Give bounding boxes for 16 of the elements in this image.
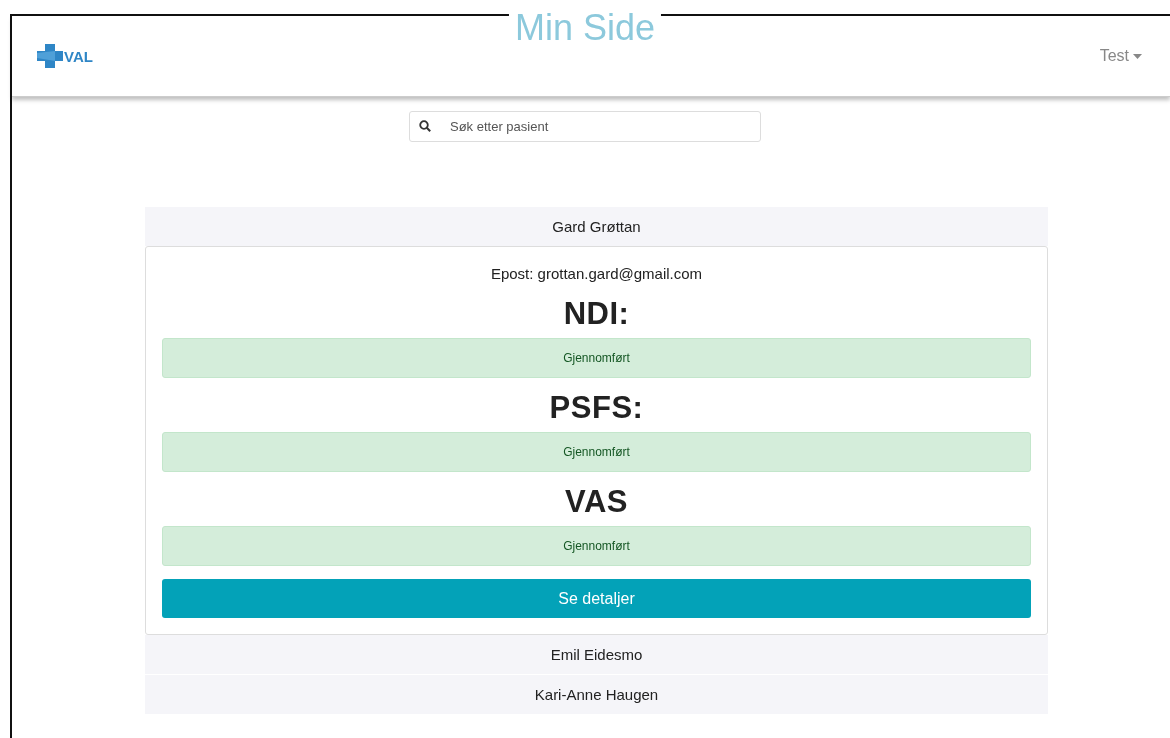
patient-header[interactable]: Gard Grøttan [145, 207, 1048, 246]
survey-title: PSFS: [548, 390, 645, 426]
survey-title: VAS [564, 484, 629, 520]
survey-title: NDI: [562, 296, 631, 332]
status-alert: Gjennomført [162, 526, 1031, 566]
patient-header[interactable]: Kari-Anne Haugen [145, 675, 1048, 714]
email-text: Epost: grottan.gard@gmail.com [489, 265, 704, 282]
cross-logo-icon [37, 44, 63, 68]
logo-text: VAL [64, 47, 93, 65]
user-menu[interactable]: Test [1093, 46, 1148, 66]
patient-header[interactable]: Emil Eidesmo [145, 635, 1048, 674]
search-icon [419, 120, 431, 132]
search-field[interactable]: Søk etter pasient [409, 111, 761, 142]
caret-icon [1133, 53, 1142, 59]
status-alert: Gjennomført [162, 338, 1031, 378]
status-alert: Gjennomført [162, 432, 1031, 472]
